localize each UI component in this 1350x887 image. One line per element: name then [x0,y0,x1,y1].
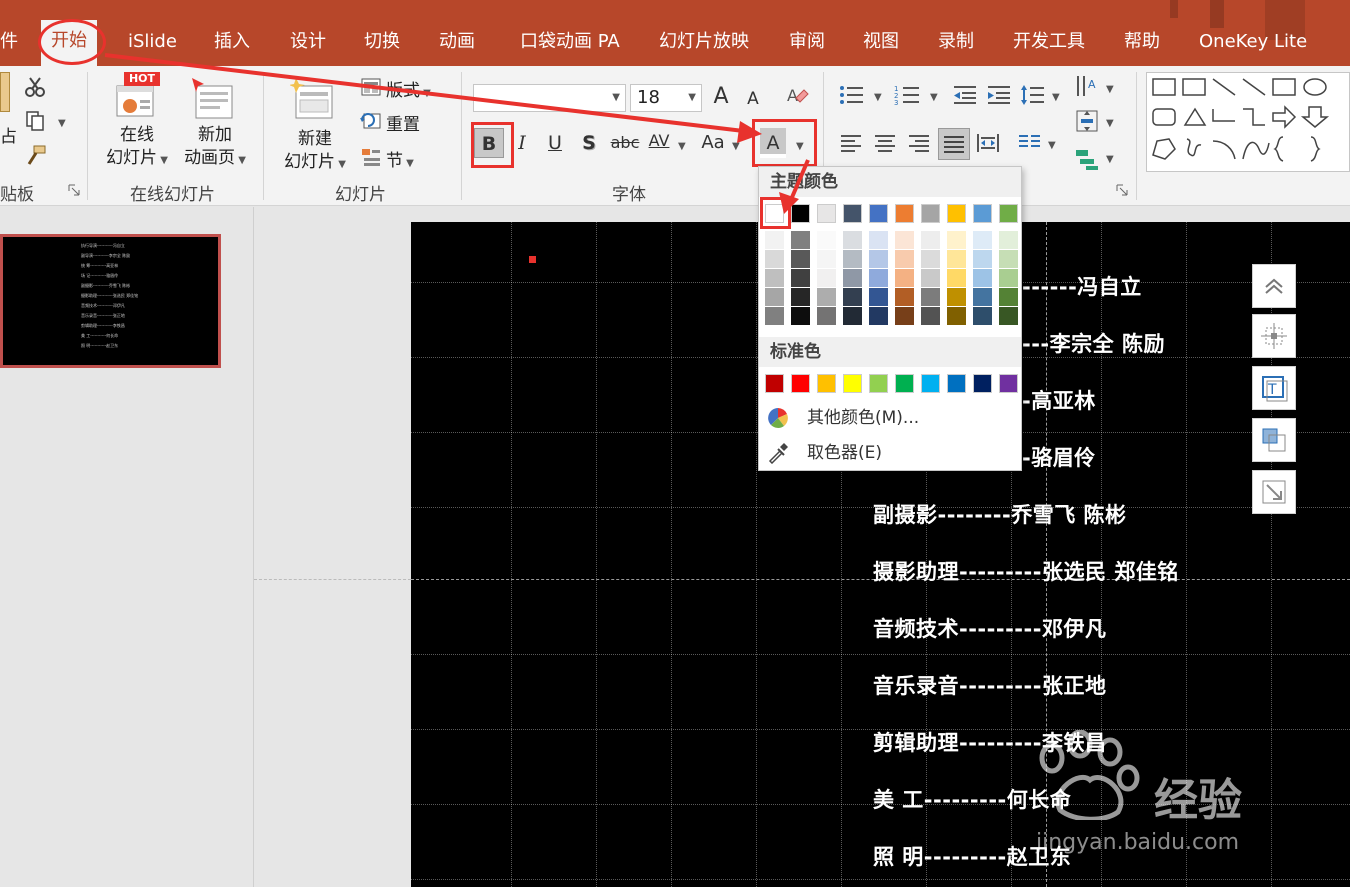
annotation-arrow-line [104,53,753,134]
watermark-brand: 经验 [1154,775,1242,826]
annotation-arrow-line [788,159,810,203]
watermark-url: jingyan.baidu.com [1036,830,1240,855]
paw-logo-icon [1039,730,1140,820]
baidu-watermark: 经验 jingyan.baidu.com [1030,730,1340,870]
annotation-arrowhead-icon [737,121,762,143]
annotation-arrowhead-icon [779,192,799,214]
